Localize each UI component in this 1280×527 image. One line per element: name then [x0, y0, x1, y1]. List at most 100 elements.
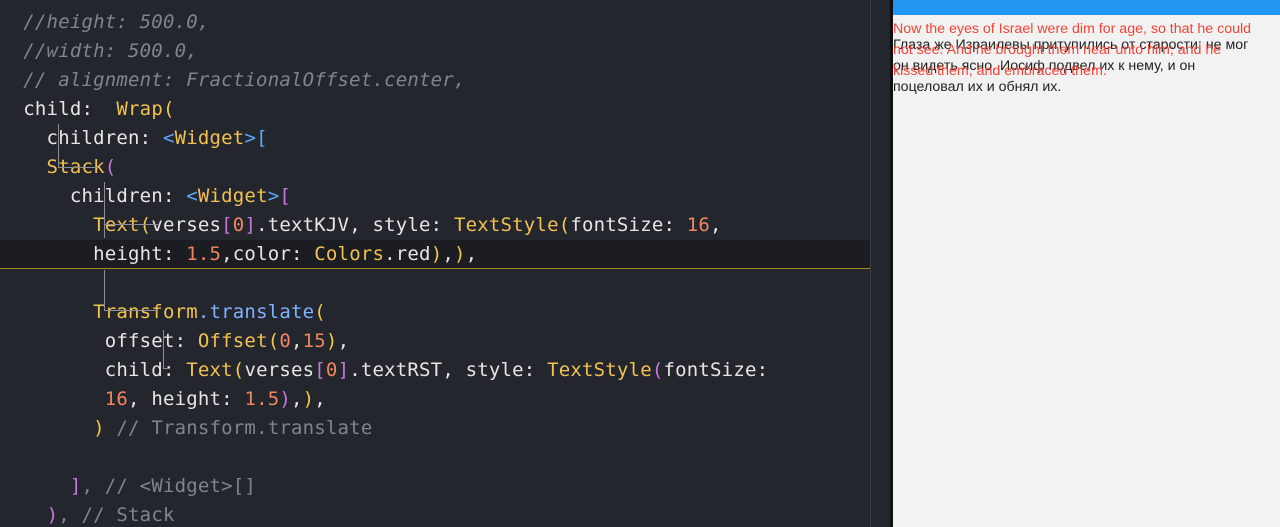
- code-token: TextStyle: [453, 214, 559, 236]
- code-line[interactable]: //width: 500.0,: [0, 37, 892, 66]
- code-token: ): [302, 388, 315, 410]
- code-token: ): [46, 504, 59, 526]
- code-token: 1.5: [186, 243, 222, 265]
- code-token: ): [93, 417, 105, 439]
- tree-guide: [104, 310, 158, 311]
- app-bar: [893, 0, 1280, 15]
- app-preview: Глаза же Израилевы притупились от старос…: [893, 0, 1280, 527]
- code-token: ): [453, 243, 466, 265]
- code-line[interactable]: [0, 443, 892, 472]
- verse-kjv-text: Now the eyes of Israel were dim for age,…: [893, 21, 1252, 79]
- code-token: verses: [244, 359, 315, 381]
- code-token: 15: [302, 330, 326, 352]
- code-token: >: [267, 185, 280, 207]
- code-token: ]: [69, 475, 82, 497]
- code-token: <: [162, 127, 175, 149]
- code-token: Widget: [174, 127, 245, 149]
- code-token: .textKJV, style:: [256, 214, 454, 236]
- code-token: // Transform.translate: [104, 417, 373, 439]
- code-token: ,: [291, 330, 303, 352]
- code-line[interactable]: 16, height: 1.5),),: [0, 385, 892, 414]
- tree-guide: [163, 330, 164, 368]
- code-token: verses: [151, 214, 222, 236]
- tree-guide: [104, 270, 105, 310]
- code-token: 0: [279, 330, 291, 352]
- code-token: ,: [710, 214, 722, 236]
- code-line[interactable]: Text(verses[0].textKJV, style: TextStyle…: [0, 211, 892, 240]
- code-token: Offset: [197, 330, 268, 352]
- code-token: .red: [384, 243, 431, 265]
- code-token: 1.5: [244, 388, 280, 410]
- code-token: ]: [244, 214, 257, 236]
- code-token: <: [186, 185, 198, 207]
- code-line[interactable]: children: <Widget>[: [0, 182, 892, 211]
- code-token: ): [325, 330, 338, 352]
- code-token: .textRST, style:: [349, 359, 548, 381]
- code-line[interactable]: height: 1.5,color: Colors.red),),: [0, 240, 892, 269]
- code-token: Widget: [197, 185, 268, 207]
- code-token: ,: [337, 330, 350, 352]
- code-token: height:: [0, 243, 187, 265]
- code-line[interactable]: ], // <Widget>[]: [0, 472, 892, 501]
- code-line[interactable]: offset: Offset(0,15),: [0, 327, 892, 356]
- code-token: (: [558, 214, 571, 236]
- code-line[interactable]: //height: 500.0,: [0, 8, 892, 37]
- code-token: (: [104, 156, 117, 178]
- code-token: child:: [0, 98, 105, 120]
- code-line[interactable]: Transform.translate(: [0, 298, 892, 327]
- code-token: Text: [0, 214, 140, 236]
- code-token: , // <Widget>[]: [81, 475, 257, 497]
- code-token: [: [256, 127, 268, 149]
- code-token: children:: [0, 185, 187, 207]
- code-token: ,: [442, 243, 454, 265]
- code-token: child:: [0, 359, 187, 381]
- code-line[interactable]: child: Wrap(: [0, 95, 892, 124]
- code-line[interactable]: ), // Stack: [0, 501, 892, 527]
- code-line[interactable]: Stack(: [0, 153, 892, 182]
- code-token: ,: [291, 388, 303, 410]
- code-token: (: [232, 359, 245, 381]
- code-token: ,: [314, 388, 326, 410]
- code-token: 16: [686, 214, 711, 236]
- code-token: ): [430, 243, 443, 265]
- code-line[interactable]: [0, 269, 892, 298]
- code-token: Wrap: [104, 98, 163, 120]
- code-token: 0: [325, 359, 338, 381]
- code-token: Colors: [314, 243, 385, 265]
- code-token: TextStyle: [547, 359, 652, 381]
- code-token: Transform: [0, 301, 198, 323]
- tree-guide: [104, 182, 105, 238]
- code-token: fontSize:: [570, 214, 687, 236]
- tree-guide: [58, 167, 98, 168]
- code-token: 16: [104, 388, 129, 410]
- code-token: ): [279, 388, 291, 410]
- code-token: [: [279, 185, 291, 207]
- code-token: fontSize:: [663, 359, 769, 381]
- code-token: // alignment: FractionalOffset.center,: [0, 69, 466, 91]
- code-token: (: [139, 214, 152, 236]
- code-token: children:: [0, 127, 163, 149]
- code-line[interactable]: children: <Widget>[: [0, 124, 892, 153]
- code-token: offset:: [0, 330, 198, 352]
- code-token: (: [314, 301, 326, 323]
- code-token: ,color:: [221, 243, 315, 265]
- editor-scrollbar[interactable]: [870, 0, 891, 527]
- code-token: , height:: [128, 388, 245, 410]
- code-token: Text: [186, 359, 233, 381]
- code-line[interactable]: // alignment: FractionalOffset.center,: [0, 66, 892, 95]
- code-token: (: [267, 330, 280, 352]
- code-token: //height: 500.0,: [0, 11, 210, 33]
- tree-guide: [163, 368, 170, 369]
- code-token: ,: [465, 243, 478, 265]
- code-line[interactable]: child: Text(verses[0].textRST, style: Te…: [0, 356, 892, 385]
- code-token: .translate: [197, 301, 315, 323]
- tree-guide: [104, 224, 158, 225]
- code-editor[interactable]: //height: 500.0, //width: 500.0, // alig…: [0, 0, 892, 527]
- code-token: >: [244, 127, 257, 149]
- code-token: //width: 500.0,: [0, 40, 198, 62]
- code-line[interactable]: ) // Transform.translate: [0, 414, 892, 443]
